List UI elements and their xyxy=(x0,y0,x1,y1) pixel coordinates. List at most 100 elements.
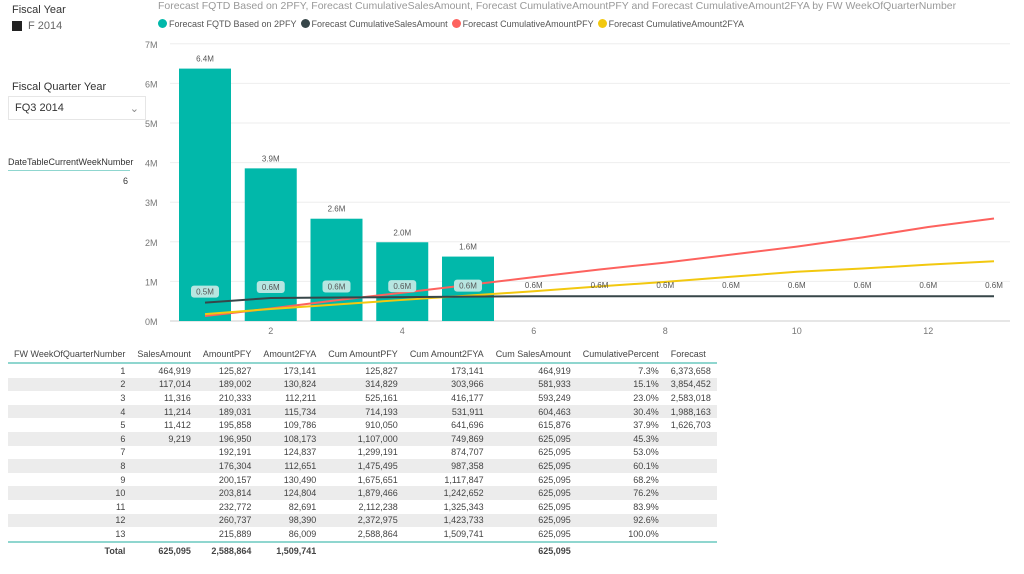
table-cell xyxy=(131,513,197,528)
table-cell: 117,014 xyxy=(131,377,197,392)
table-cell: 1,423,733 xyxy=(403,513,490,528)
y-tick-label: 6M xyxy=(145,79,158,89)
data-table: FW WeekOfQuarterNumber SalesAmount AmountP… xyxy=(8,346,717,559)
table-cell: 7 xyxy=(120,447,126,458)
line-data-label: 0.6M xyxy=(328,283,346,292)
table-cell: 6 xyxy=(8,431,132,446)
table-cell: 23.0% xyxy=(633,392,659,403)
table-row: 3 11,316 210,333 112,211 525,161 416,177 593,2… xyxy=(8,391,717,405)
table-cell: 6,373,658 xyxy=(670,365,711,376)
table-cell xyxy=(665,473,717,487)
table-cell: 625,095 xyxy=(489,540,577,559)
table-cell: 112,651 xyxy=(257,459,323,473)
table-cell: 2 xyxy=(8,377,132,392)
bar-data-label: 1.6M xyxy=(459,243,477,252)
table-cell: 215,889 xyxy=(218,528,252,539)
column-header[interactable]: Cum SalesAmount xyxy=(489,346,577,364)
table-cell: 1,509,741 xyxy=(257,540,323,559)
line-data-label: 0.6M xyxy=(262,283,280,292)
table-cell: 130,824 xyxy=(257,377,323,392)
table-cell: 9,219 xyxy=(131,431,197,446)
table-cell: 531,911 xyxy=(403,404,490,419)
x-tick-label: 6 xyxy=(531,326,536,336)
column-header[interactable]: AmountPFY xyxy=(196,346,258,364)
column-header[interactable]: Cum Amount2FYA xyxy=(403,346,490,364)
column-header[interactable]: Amount2FYA xyxy=(257,346,323,364)
table-cell: 11 xyxy=(116,501,126,512)
table-cell: 1,475,495 xyxy=(322,459,404,473)
table-cell: 260,737 xyxy=(196,513,258,528)
table-cell: 303,966 xyxy=(403,377,490,392)
bar-data-label: 2.0M xyxy=(393,228,411,237)
table-cell: 189,031 xyxy=(196,404,258,419)
table-cell: 615,876 xyxy=(538,420,571,431)
line-data-label: 0.6M xyxy=(459,282,477,291)
table-cell: 641,696 xyxy=(451,420,484,431)
table-cell xyxy=(131,446,197,460)
table-cell: 2,588,864 xyxy=(357,528,398,539)
y-tick-label: 5M xyxy=(145,119,158,129)
combo-chart: 0M 1M 2M 3M 4M 5M 6M 7M 2 4 6 8 10 12 6.4M 3.9M 2.6M 2.0M… xyxy=(145,40,1010,336)
table-cell: 112,211 xyxy=(285,392,317,403)
table-cell xyxy=(131,500,197,514)
bar-data-label: 2.6M xyxy=(328,205,346,214)
table-cell: 2,372,975 xyxy=(322,513,404,528)
bar-data-label: 6.4M xyxy=(196,55,214,64)
table-cell: 82,691 xyxy=(288,501,317,512)
column-header[interactable]: Cum AmountPFY xyxy=(322,346,404,364)
column-header[interactable]: Forecast xyxy=(664,346,717,364)
column-header[interactable]: SalesAmount xyxy=(131,346,197,364)
table-cell: 10 xyxy=(8,486,132,500)
table-cell: 1,242,652 xyxy=(403,486,490,500)
line-data-label: 0.6M xyxy=(919,281,937,290)
column-header[interactable]: CumulativePercent xyxy=(576,346,665,364)
table-cell: 1,325,343 xyxy=(443,501,484,512)
table-cell: 625,095 xyxy=(538,474,571,485)
table-cell: 416,177 xyxy=(451,392,484,403)
table-cell: 874,707 xyxy=(451,447,484,458)
table-cell: 11,412 xyxy=(164,420,191,431)
table-cell: 3,854,452 xyxy=(664,377,717,392)
table-cell: 581,933 xyxy=(489,377,577,392)
table-cell: 86,009 xyxy=(288,528,317,539)
table-cell: 130,490 xyxy=(283,474,317,485)
table-cell: 625,095 xyxy=(489,431,577,446)
table-cell: 11,214 xyxy=(131,404,197,419)
table-cell: 37.9% xyxy=(633,420,659,431)
table-cell: 173,141 xyxy=(451,365,484,376)
line-data-label: 0.6M xyxy=(854,281,872,290)
table-row: 9 200,157 130,490 1,675,651 1,117,847 625,095… xyxy=(8,473,717,487)
table-row: 8 176,304 112,651 1,475,495 987,358 625,095 60… xyxy=(8,459,717,473)
table-cell: 53.0% xyxy=(633,447,659,458)
x-tick-label: 8 xyxy=(663,326,668,336)
column-header[interactable]: FW WeekOfQuarterNumber xyxy=(8,346,132,364)
table-cell: 203,814 xyxy=(196,486,258,500)
table-cell: 76.2% xyxy=(576,486,665,500)
table-cell: 30.4% xyxy=(576,404,665,419)
table-cell xyxy=(664,459,717,473)
line-data-label: 0.6M xyxy=(591,281,609,290)
table-cell: 9 xyxy=(120,474,126,485)
table-cell: 2,588,864 xyxy=(196,540,258,559)
table-cell xyxy=(131,473,197,487)
table-cell xyxy=(131,527,197,542)
table-cell: 525,161 xyxy=(365,392,398,403)
table-cell: 1,299,191 xyxy=(357,447,398,458)
table-cell xyxy=(664,513,717,528)
table-cell: 124,804 xyxy=(257,486,323,500)
table-cell: 125,827 xyxy=(218,365,252,376)
table-cell: 625,095 xyxy=(489,513,577,528)
table-cell: 92.6% xyxy=(576,513,665,528)
table-cell: 464,919 xyxy=(158,365,191,376)
table-row: 6 9,219 196,950 108,173 1,107,000 749,869 625,… xyxy=(8,431,717,446)
table-cell: 173,141 xyxy=(283,365,317,376)
table-cell: 604,463 xyxy=(489,404,577,419)
x-tick-label: 2 xyxy=(268,326,273,336)
table-cell: 115,734 xyxy=(257,404,323,419)
line-data-label: 0.6M xyxy=(656,281,674,290)
table-cell: 12 xyxy=(8,513,132,528)
table-row: 7 192,191 124,837 1,299,191 874,707 625,095 53… xyxy=(8,446,717,460)
table-row: 5 11,412 195,858 109,786 910,050 641,696 615,8… xyxy=(8,418,717,432)
table-cell: 2,112,238 xyxy=(358,501,398,512)
x-tick-label: 12 xyxy=(923,326,933,336)
